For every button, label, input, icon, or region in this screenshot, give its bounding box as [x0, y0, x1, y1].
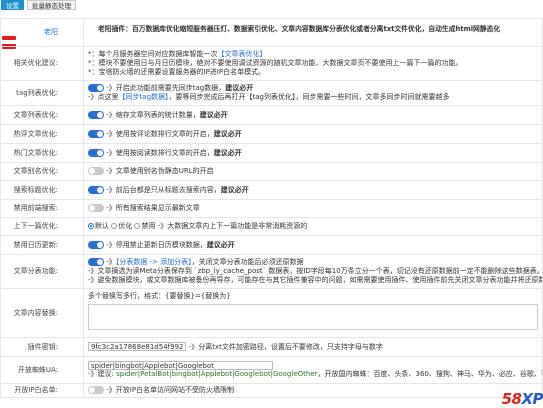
hotcomm-toggle[interactable]: [88, 129, 104, 138]
label-last: 开放IP白名单:: [0, 383, 84, 398]
label-alias: 文章别名优化:: [0, 162, 84, 181]
row-calendar: 禁用日历更新: -》停用禁止更新日历模块数据，建议必开: [0, 235, 543, 255]
tag-toggle[interactable]: [88, 84, 104, 92]
row-tag: tag列表优化: -》开启此功能前需要先同步tag数据，建议必开 -》点这里【同…: [0, 80, 543, 106]
settings-table: 老阳 老阳插件：百万数据库优化缩短服务器压灯、数据索引优化、文章内容数据库分表优…: [0, 18, 543, 398]
row-split: 文章分表功能: -》【分表数据 -> 添加分表】，关闭文章分表功能后必须还原数据…: [0, 254, 543, 289]
calendar-toggle[interactable]: [88, 240, 104, 249]
row-hotcomm: 热评文章优化: -》使用按评论数排行文章的开启，建议必开: [0, 124, 543, 144]
row-related: 相关优化建议: *：每个月服务器空间对应数据库智能一次【文章表优化】 *：模块不…: [0, 46, 543, 81]
forbid-toggle[interactable]: [88, 204, 104, 212]
row-forbid: 禁用前端搜索: -》所有搜索结果显示最新文章: [0, 199, 543, 218]
count-toggle[interactable]: [88, 110, 104, 119]
related-line2: *：模块不要使用日与月日历模块，绝对不要使用调试资源的随机文章功能、大数据文章页…: [88, 59, 463, 67]
row-key: 插件密钥: 9fc3c2a17868e81d54f992 -》分离txt文件加密…: [0, 337, 543, 357]
replace-textarea[interactable]: [88, 304, 538, 330]
row-prevnext: 上下一篇优化: 默认 优化 禁用 -》大数据文章内上下一篇功能是非常消耗资源的: [0, 217, 543, 236]
label-tag: tag列表优化:: [0, 80, 84, 106]
search-toggle[interactable]: [88, 185, 104, 194]
row-alias: 文章别名优化: -》文章使用别名伪静态URL的开启: [0, 162, 543, 181]
ip-whitelist-toggle[interactable]: [88, 386, 104, 394]
header-row: 老阳 老阳插件：百万数据库优化缩短服务器压灯、数据索引优化、文章内容数据库分表优…: [0, 18, 543, 47]
prevnext-default-radio[interactable]: [88, 223, 94, 229]
row-last: 开放IP白名单: -》开放IP白名单访问网站不受防火墙限制: [0, 383, 543, 398]
label-hotview: 热门文章优化:: [0, 143, 84, 163]
toolbar: 设置 批量静态处理: [0, 0, 543, 12]
related-line1: *：每个月服务器空间对应数据库智能一次: [88, 50, 218, 58]
add-split-link[interactable]: 【分表数据 -> 添加分表】: [116, 258, 192, 266]
row-replace: 文章内容替换: 多个替换写多行，格式：{要替换}={替换为}: [0, 288, 543, 338]
label-prevnext: 上下一篇优化:: [0, 217, 84, 236]
label-forbid: 禁用前端搜索:: [0, 199, 84, 218]
site-watermark-logo: 58XP: [501, 390, 543, 408]
row-hotview: 热门文章优化: -》使用按阅读数排行文章的开启，建议必开: [0, 143, 543, 163]
sync-tag-link[interactable]: 【同步tag数据】: [119, 93, 169, 101]
header-label: 老阳: [0, 18, 84, 47]
header-text: 老阳插件：百万数据库优化缩短服务器压灯、数据索引优化、文章内容数据库分表优化或者…: [98, 25, 501, 33]
prevnext-disable-radio[interactable]: [134, 223, 141, 229]
label-count: 文章列表优化:: [0, 105, 84, 125]
row-ua: 开放蜘蛛UA: spider|bingbot|Applebot|Googlebo…: [0, 356, 543, 384]
row-count: 文章列表优化: -》缩存文章列表的统计数量，建议必开: [0, 105, 543, 125]
plugin-key-input[interactable]: 9fc3c2a17868e81d54f992: [88, 342, 187, 351]
label-ua: 开放蜘蛛UA:: [0, 356, 84, 384]
tag-line1: -》开启此功能前需要先同步tag数据，: [106, 84, 226, 92]
alias-toggle[interactable]: [88, 167, 104, 175]
related-line3: *：宝塔防火墙的还需要设置服务器的IP进IP白名单模式。: [88, 68, 266, 76]
label-hotcomm: 热评文章优化:: [0, 124, 84, 144]
label-replace: 文章内容替换:: [0, 288, 84, 338]
label-related: 相关优化建议:: [0, 46, 84, 81]
ua-input[interactable]: spider|bingbot|Applebot|Googlebot: [88, 361, 273, 370]
prevnext-optimize-radio[interactable]: [111, 223, 118, 229]
label-search: 搜索标题优化:: [0, 180, 84, 200]
label-split: 文章分表功能:: [0, 254, 84, 289]
batch-static-tab[interactable]: 批量静态处理: [27, 0, 76, 10]
settings-tab[interactable]: 设置: [1, 0, 24, 10]
label-calendar: 禁用日历更新:: [0, 235, 84, 255]
row-search: 搜索标题优化: -》前后台都是只从标题去搜索内容，建议必开: [0, 180, 543, 200]
table-optimize-link[interactable]: 【文章表优化】: [218, 50, 267, 58]
hotview-toggle[interactable]: [88, 148, 104, 157]
label-key: 插件密钥:: [0, 337, 84, 357]
split-toggle[interactable]: [88, 258, 104, 266]
